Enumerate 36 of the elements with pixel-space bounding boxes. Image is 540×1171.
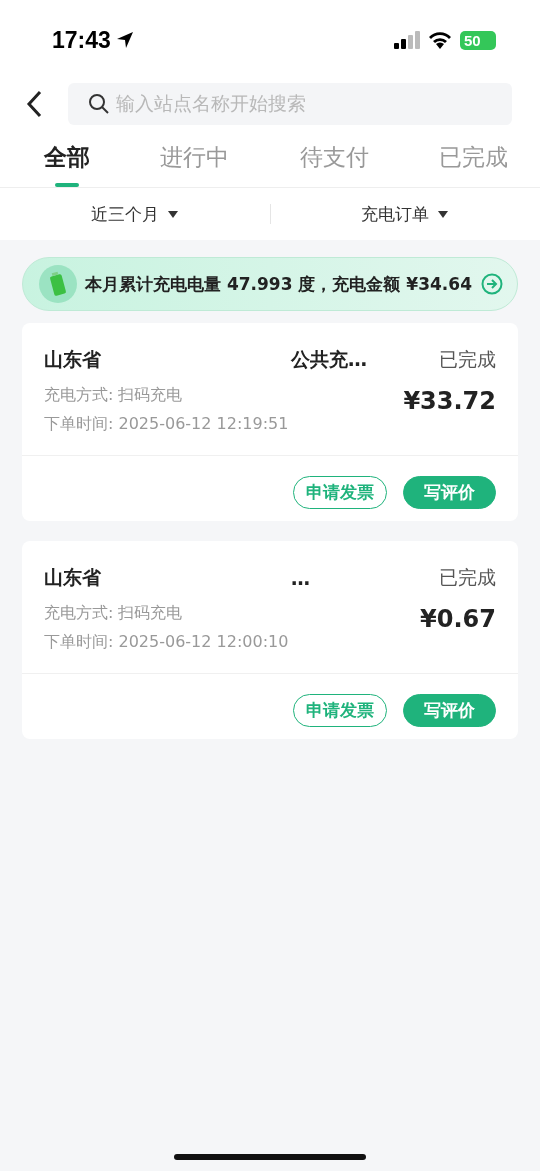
- review-button[interactable]: 写评价: [403, 476, 496, 509]
- battery-level: 50: [460, 30, 496, 50]
- signal-icon: [394, 31, 420, 49]
- order-time: 下单时间: 2025-06-12 12:00:10: [44, 632, 290, 653]
- charge-method: 充电方式: 扫码充电: [44, 385, 184, 406]
- search-icon: [88, 93, 110, 115]
- invoice-button[interactable]: 申请发票: [293, 694, 387, 727]
- tab[interactable]: 已完成: [439, 142, 508, 188]
- tab[interactable]: 进行中: [160, 142, 230, 188]
- order-status: 已完成: [439, 347, 496, 372]
- station-name: 山东省: [44, 347, 101, 372]
- tab[interactable]: 全部: [44, 142, 90, 188]
- order-amount: ¥0.67: [420, 605, 496, 633]
- search-field[interactable]: 输入站点名称开始搜索: [68, 83, 512, 125]
- order-card[interactable]: 山东省 公共充… 充电方式: 扫码充电 下单时间: 2025-06-12 12:19:51 已完成 ¥33.72 申请发票 写评价: [22, 323, 518, 521]
- summary-banner[interactable]: 本月累计充电电量 47.993 度，充电金额 ¥34.64: [22, 257, 518, 311]
- invoice-button[interactable]: 申请发票: [293, 476, 387, 509]
- station-name-tail: 公共充…: [291, 347, 367, 372]
- order-amount: ¥33.72: [403, 387, 496, 415]
- charge-method: 充电方式: 扫码充电: [44, 603, 184, 624]
- summary-text: 本月累计充电电量 47.993 度，充电金额 ¥34.64: [85, 272, 473, 296]
- review-button[interactable]: 写评价: [403, 694, 496, 727]
- filter-dropdown[interactable]: 近三个月: [0, 201, 270, 227]
- station-name: 山东省: [44, 565, 101, 590]
- order-time: 下单时间: 2025-06-12 12:19:51: [44, 414, 290, 435]
- status-time: 17:43: [52, 26, 111, 54]
- tab[interactable]: 待支付: [299, 142, 369, 188]
- battery-icon: [39, 265, 77, 303]
- order-status: 已完成: [439, 565, 496, 590]
- wifi-icon: [428, 31, 452, 49]
- back-icon[interactable]: [26, 90, 42, 118]
- caret-down-icon: [166, 209, 179, 219]
- order-card[interactable]: 山东省 … 充电方式: 扫码充电 下单时间: 2025-06-12 12:00:10 已完成 ¥0.67 申请发票 写评价: [22, 541, 518, 739]
- station-name-tail: …: [291, 567, 310, 589]
- caret-down-icon: [437, 209, 450, 219]
- filter-dropdown[interactable]: 充电订单: [270, 201, 540, 227]
